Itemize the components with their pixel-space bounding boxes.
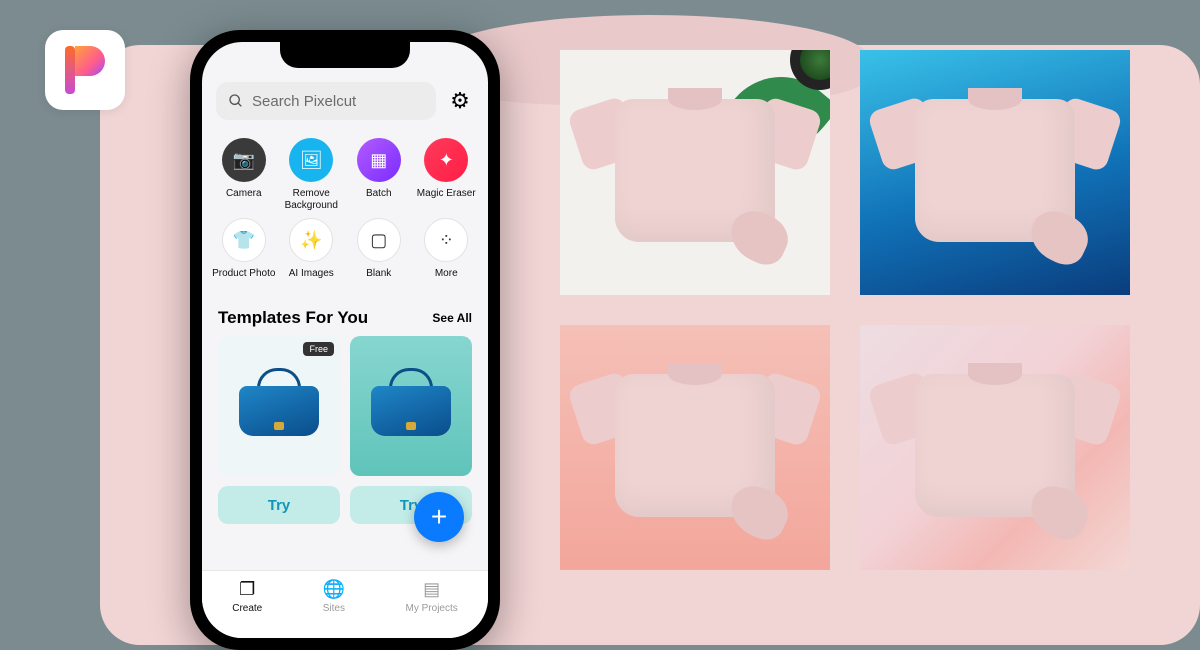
phone-notch	[280, 42, 410, 68]
tool-blank[interactable]: ▢ Blank	[347, 218, 411, 292]
tool-grid: 📷 Camera 🖼 Remove Background ▦ Batch ✦ M…	[202, 130, 488, 292]
grid-icon: ▦	[357, 138, 401, 182]
search-icon	[228, 93, 244, 109]
globe-icon: 🌐	[323, 579, 345, 600]
tool-remove-background[interactable]: 🖼 Remove Background	[280, 138, 344, 212]
search-row: Search Pixelcut ⚙	[216, 82, 474, 120]
template-card[interactable]	[350, 336, 472, 476]
free-badge: Free	[303, 342, 334, 356]
preview-pink-marble	[860, 325, 1130, 570]
pixelcut-logo-icon	[61, 46, 109, 94]
tshirt-product	[584, 356, 805, 540]
tool-label: Blank	[366, 268, 391, 292]
handbag-image	[239, 376, 319, 436]
settings-button[interactable]: ⚙	[446, 87, 474, 115]
tool-label: Magic Eraser	[417, 188, 476, 212]
template-card[interactable]: Free	[218, 336, 340, 476]
tab-create[interactable]: ❐ Create	[232, 579, 262, 614]
create-icon: ❐	[239, 579, 255, 600]
more-icon: ⁘	[424, 218, 468, 262]
tab-label: Sites	[323, 603, 345, 614]
tool-ai-images[interactable]: ✨ AI Images	[280, 218, 344, 292]
add-fab[interactable]: +	[414, 492, 464, 542]
try-button[interactable]: Try	[218, 486, 340, 524]
tool-magic-eraser[interactable]: ✦ Magic Eraser	[415, 138, 479, 212]
preview-blue-gradient	[860, 50, 1130, 295]
tab-sites[interactable]: 🌐 Sites	[323, 579, 345, 614]
phone-frame: Search Pixelcut ⚙ 📷 Camera 🖼 Remove Back…	[190, 30, 500, 650]
tshirt-icon: 👕	[222, 218, 266, 262]
square-icon: ▢	[357, 218, 401, 262]
tab-label: My Projects	[406, 603, 458, 614]
search-input[interactable]: Search Pixelcut	[216, 82, 436, 120]
gear-icon: ⚙	[450, 88, 470, 114]
see-all-link[interactable]: See All	[432, 311, 472, 325]
image-icon: 🖼	[289, 138, 333, 182]
tool-label: Product Photo	[212, 268, 275, 292]
tshirt-product	[884, 81, 1105, 265]
tshirt-product	[884, 356, 1105, 540]
sparkle-icon: ✨	[289, 218, 333, 262]
tool-label: AI Images	[289, 268, 334, 292]
tool-product-photo[interactable]: 👕 Product Photo	[212, 218, 276, 292]
plus-icon: +	[431, 501, 447, 533]
camera-icon: 📷	[222, 138, 266, 182]
tool-label: Camera	[226, 188, 262, 212]
templates-row: Free	[202, 336, 488, 476]
tab-bar: ❐ Create 🌐 Sites ▤ My Projects	[202, 570, 488, 638]
tshirt-product	[584, 81, 805, 265]
tool-camera[interactable]: 📷 Camera	[212, 138, 276, 212]
preview-coral-gradient	[560, 325, 830, 570]
tool-label: More	[435, 268, 458, 292]
app-icon	[45, 30, 125, 110]
tool-batch[interactable]: ▦ Batch	[347, 138, 411, 212]
search-placeholder: Search Pixelcut	[252, 93, 356, 110]
projects-icon: ▤	[423, 579, 440, 600]
preview-white-plants	[560, 50, 830, 295]
tool-label: Remove Background	[280, 188, 344, 212]
eraser-icon: ✦	[424, 138, 468, 182]
tool-label: Batch	[366, 188, 392, 212]
phone-screen: Search Pixelcut ⚙ 📷 Camera 🖼 Remove Back…	[202, 42, 488, 638]
templates-title: Templates For You	[218, 308, 368, 328]
handbag-image	[371, 376, 451, 436]
templates-header: Templates For You See All	[202, 292, 488, 336]
preview-grid	[560, 50, 1130, 570]
tool-more[interactable]: ⁘ More	[415, 218, 479, 292]
tab-label: Create	[232, 603, 262, 614]
tab-my-projects[interactable]: ▤ My Projects	[406, 579, 458, 614]
